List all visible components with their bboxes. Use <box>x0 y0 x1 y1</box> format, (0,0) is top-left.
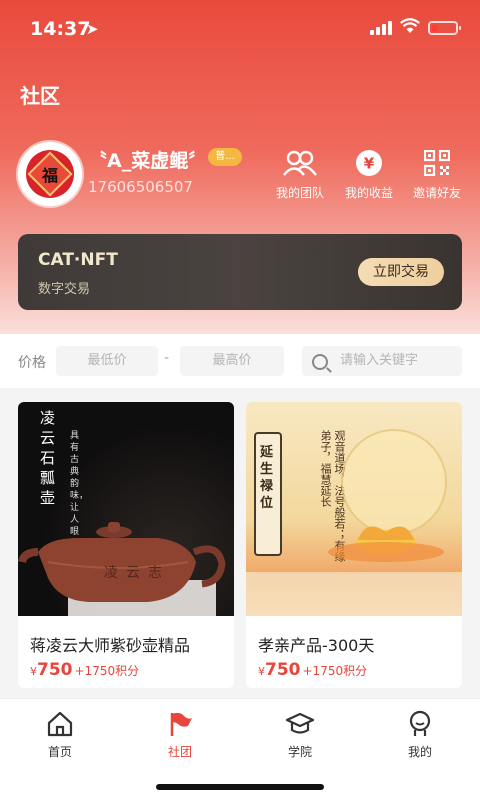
graduation-cap-icon <box>260 709 340 739</box>
user-icon <box>380 709 460 739</box>
tab-academy[interactable]: 学院 <box>260 709 340 760</box>
phone-number: 17606506507 <box>88 178 193 196</box>
flag-icon <box>140 709 220 739</box>
tab-community-label: 社团 <box>167 745 192 759</box>
my-earnings-button[interactable]: ¥ 我的收益 <box>339 148 399 201</box>
wifi-icon <box>400 18 420 33</box>
invite-friends-button[interactable]: 邀请好友 <box>407 148 467 201</box>
tab-academy-label: 学院 <box>287 745 312 759</box>
status-time: 14:37 <box>30 18 91 40</box>
tab-home-label: 首页 <box>47 745 72 759</box>
username: 〝A_菜虚鲲〞 <box>88 150 208 172</box>
nft-subtitle: 数字交易 <box>38 282 91 297</box>
battery-icon <box>428 21 461 35</box>
product-image-teapot: 凌云石瓢壶 具有古典韵味，让人眼前一亮 凌云志 <box>18 402 234 616</box>
max-price-input[interactable]: 最高价 <box>180 346 284 376</box>
product-card[interactable]: 凌云石瓢壶 具有古典韵味，让人眼前一亮 凌云志 蒋凌云大师紫砂壶精品 ¥750+… <box>18 402 234 688</box>
product-price: ¥750 +1750积分 <box>30 660 140 680</box>
trade-now-button[interactable]: 立即交易 <box>358 258 444 286</box>
tab-home[interactable]: 首页 <box>20 709 100 760</box>
home-icon <box>20 709 100 739</box>
svg-text:¥: ¥ <box>364 155 375 173</box>
nft-banner[interactable]: CAT·NFT 数字交易 立即交易 <box>18 234 462 310</box>
price-label: 价格 <box>18 355 46 371</box>
cellular-signal-icon <box>370 21 392 35</box>
location-arrow-icon: ➤ <box>86 20 99 38</box>
nft-title: CAT·NFT <box>38 250 118 270</box>
product-image-memorial: 延生禄位 观音道场，法号般若；有缘弟子，福慧延长 <box>246 402 462 616</box>
filter-bar: 价格 最低价 - 最高价 请输入关键字 <box>0 334 480 388</box>
avatar-fu-char: 福 <box>41 165 59 185</box>
teapot-engraving: 凌云志 <box>104 565 170 581</box>
product-name: 蒋凌云大师紫砂壶精品 <box>30 636 191 655</box>
search-input[interactable]: 请输入关键字 <box>302 346 462 376</box>
search-icon <box>312 354 328 370</box>
my-team-button[interactable]: 我的团队 <box>270 148 330 201</box>
avatar[interactable]: 福 <box>18 142 82 206</box>
member-badge: 普... <box>208 148 242 166</box>
price-range-dash: - <box>164 350 170 366</box>
product-name: 孝亲产品-300天 <box>258 636 375 655</box>
search-placeholder: 请输入关键字 <box>340 353 419 368</box>
tab-mine-label: 我的 <box>407 745 432 759</box>
qrcode-icon <box>407 148 467 178</box>
invite-friends-label: 邀请好友 <box>412 186 461 200</box>
min-price-input[interactable]: 最低价 <box>56 346 158 376</box>
lotus-illustration <box>246 429 462 616</box>
tab-community[interactable]: 社团 <box>140 709 220 760</box>
my-team-label: 我的团队 <box>275 186 324 200</box>
product-card[interactable]: 延生禄位 观音道场，法号般若；有缘弟子，福慧延长 孝亲产品-300天 ¥750 +… <box>246 402 462 688</box>
page-title: 社区 <box>20 84 60 108</box>
tab-mine[interactable]: 我的 <box>380 709 460 760</box>
status-bar: 14:37 ➤ <box>0 0 480 60</box>
home-indicator[interactable] <box>156 784 324 790</box>
product-price: ¥750 +1750积分 <box>258 660 368 680</box>
teapot-illustration <box>18 522 226 616</box>
my-earnings-label: 我的收益 <box>344 186 393 200</box>
yen-icon: ¥ <box>339 148 399 178</box>
team-icon <box>270 148 330 178</box>
